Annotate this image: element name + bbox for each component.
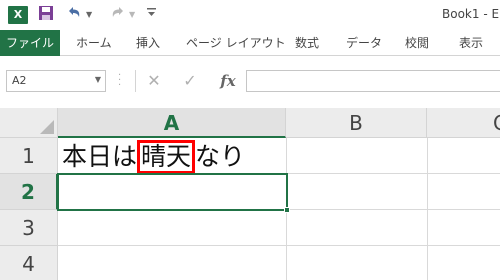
formula-bar-resize-handle[interactable]: · · · <box>118 71 122 91</box>
select-all-corner[interactable] <box>0 108 58 138</box>
fill-handle[interactable] <box>284 207 290 213</box>
tab-home[interactable]: ホーム <box>76 30 112 56</box>
column-header-a[interactable]: A <box>58 108 286 138</box>
gridline <box>427 138 428 280</box>
tab-formulas[interactable]: 数式 <box>295 30 319 56</box>
column-header-b[interactable]: B <box>286 108 427 138</box>
save-icon[interactable] <box>38 5 56 25</box>
name-box[interactable]: A2 ▼ <box>6 70 106 92</box>
tab-view[interactable]: 表示 <box>459 30 483 56</box>
spreadsheet-grid: A B C 1 2 3 4 本日は 晴天 なり <box>0 108 500 280</box>
tab-file[interactable]: ファイル <box>0 30 60 56</box>
tab-review[interactable]: 校閲 <box>405 30 429 56</box>
cell-a1-text-after: なり <box>195 142 246 171</box>
undo-dropdown-icon[interactable]: ▼ <box>86 5 96 25</box>
select-all-triangle-icon <box>40 120 54 134</box>
document-title: Book1 - E <box>442 7 500 21</box>
name-box-dropdown-icon[interactable]: ▼ <box>95 75 101 84</box>
redo-dropdown-icon[interactable]: ▼ <box>129 5 139 25</box>
customize-toolbar-icon[interactable] <box>147 5 157 25</box>
gridline <box>58 245 500 246</box>
enter-check-icon[interactable]: ✓ <box>180 69 200 93</box>
column-header-c[interactable]: C <box>427 108 500 138</box>
cell-a1-text-before: 本日は <box>62 142 138 171</box>
row-header-2[interactable]: 2 <box>0 174 58 210</box>
undo-icon[interactable] <box>66 5 84 25</box>
row-header-1[interactable]: 1 <box>0 138 58 174</box>
redo-icon[interactable] <box>110 5 128 25</box>
tab-page-layout[interactable]: ページ レイアウト <box>186 30 286 56</box>
formula-bar-divider <box>135 70 136 92</box>
insert-function-icon[interactable]: fx <box>216 69 240 93</box>
formula-input[interactable] <box>246 70 500 92</box>
title-bar: X ▼ ▼ Book1 - E <box>0 0 500 30</box>
formula-bar: A2 ▼ · · · ✕ ✓ fx <box>0 56 500 108</box>
cell-a1-highlighted-text: 晴天 <box>137 140 196 174</box>
ribbon-tabs: ファイル ホーム 挿入 ページ レイアウト 数式 データ 校閲 表示 <box>0 30 500 56</box>
cancel-icon[interactable]: ✕ <box>144 69 164 93</box>
name-box-value: A2 <box>12 74 27 87</box>
tab-data[interactable]: データ <box>346 30 382 56</box>
active-cell-a2[interactable] <box>57 173 288 211</box>
excel-app-icon[interactable]: X <box>8 6 28 24</box>
tab-insert[interactable]: 挿入 <box>136 30 160 56</box>
row-header-4[interactable]: 4 <box>0 246 58 280</box>
row-header-3[interactable]: 3 <box>0 210 58 246</box>
cell-a1[interactable]: 本日は 晴天 なり <box>62 139 245 174</box>
